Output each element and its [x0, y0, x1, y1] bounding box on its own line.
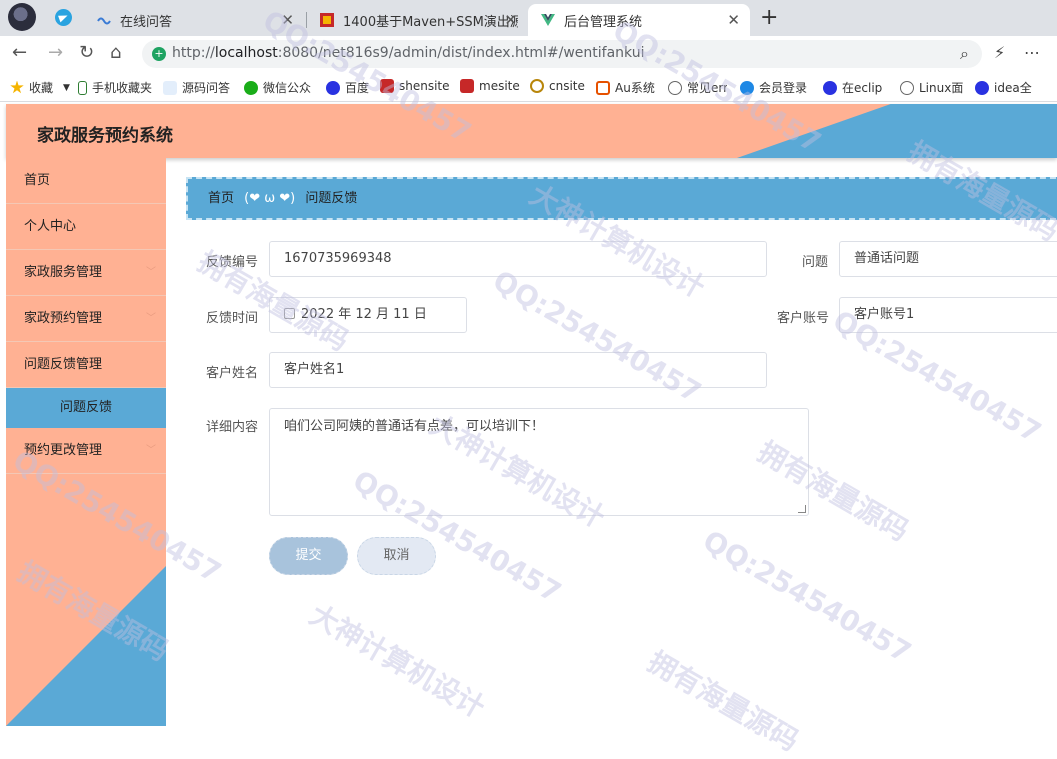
detail-textarea[interactable]: 咱们公司阿姨的普通话有点差，可以培训下！	[269, 408, 809, 516]
sidebar-decoration	[6, 566, 166, 726]
sidebar-item-feedback-mgmt[interactable]: 问题反馈管理	[6, 342, 166, 388]
browser-tab-title: 在线问答	[120, 14, 173, 30]
sidebar-item-service-mgmt[interactable]: 家政服务管理 ﹀	[6, 250, 166, 296]
globe-icon	[668, 80, 682, 95]
browser-tab-bar: 在线问答 ✕ 1400基于Maven+SSM演出源 ✕ 后台管理系统 ✕ +	[0, 0, 1057, 36]
globe-icon	[900, 80, 914, 95]
grid-icon	[460, 79, 474, 93]
bookmark-item[interactable]: 会员登录	[740, 79, 807, 96]
bookmark-item[interactable]: shensite	[380, 79, 450, 93]
wave-favicon-icon	[97, 17, 111, 25]
breadcrumb: 首页 (❤ ω ❤) 问题反馈	[186, 177, 1057, 220]
cube-icon	[530, 79, 544, 93]
phone-icon	[78, 80, 87, 95]
sidebar-item-home[interactable]: 首页	[6, 158, 166, 204]
browser-tab-2[interactable]: 1400基于Maven+SSM演出源 ✕	[307, 4, 527, 36]
bookmark-item[interactable]: 手机收藏夹	[78, 79, 152, 96]
watermark-text: 拥有海量源码	[642, 645, 805, 758]
breadcrumb-home[interactable]: 首页	[208, 191, 234, 206]
sidebar-item-change-mgmt[interactable]: 预约更改管理 ﹀	[6, 428, 166, 474]
close-tab-icon[interactable]: ✕	[281, 11, 294, 29]
watermark-text: 大神计算机设计	[304, 598, 491, 725]
sidebar-subitem-feedback[interactable]: 问题反馈	[6, 388, 166, 428]
wechat-icon	[244, 80, 258, 95]
bookmark-item[interactable]: 收藏 ▼	[10, 79, 70, 96]
paw-icon	[975, 80, 989, 95]
bookmark-item[interactable]: 在eclip	[823, 79, 882, 96]
feedback-time-field[interactable]: 2022 年 12 月 11 日	[269, 297, 467, 333]
chevron-down-icon: ﹀	[146, 267, 156, 278]
reload-icon[interactable]: ↻	[79, 42, 94, 63]
app-header: 家政服务预约系统	[6, 104, 1057, 158]
close-tab-icon[interactable]: ✕	[727, 11, 740, 29]
detail-label: 详细内容	[206, 420, 259, 435]
bookmark-item[interactable]: Linux面	[900, 79, 963, 96]
vue-logo-icon	[541, 14, 555, 26]
bookmark-item[interactable]: 百度	[326, 79, 369, 96]
lightning-icon[interactable]: ⚡	[994, 43, 1005, 62]
bookmarks-bar: 收藏 ▼ 手机收藏夹 源码问答 微信公众 百度 shensite mesite c…	[0, 72, 1057, 102]
chevron-down-icon: ﹀	[146, 445, 156, 456]
bookmark-item[interactable]: idea全	[975, 79, 1032, 96]
cancel-button[interactable]: 取消	[357, 537, 436, 575]
feedback-no-label: 反馈编号	[206, 255, 259, 270]
back-arrow-icon[interactable]: ←	[12, 42, 27, 63]
chevron-down-icon: ﹀	[146, 313, 156, 324]
question-label: 问题	[802, 255, 829, 270]
paw-icon	[326, 80, 340, 95]
forward-arrow-icon[interactable]: →	[48, 42, 63, 63]
browser-tab-3[interactable]: 后台管理系统 ✕	[528, 4, 750, 36]
paw-icon	[823, 80, 837, 95]
header-decoration	[737, 104, 1057, 158]
star-icon	[10, 80, 24, 94]
cloud-icon	[740, 80, 754, 95]
profile-avatar[interactable]	[8, 3, 36, 31]
question-field[interactable]: 普通话问题	[839, 241, 1057, 277]
search-icon[interactable]: ⌕	[960, 44, 969, 64]
wave-icon	[163, 80, 177, 95]
account-label: 客户账号	[777, 311, 830, 326]
submit-button[interactable]: 提交	[269, 537, 348, 575]
sidebar: 首页 个人中心 家政服务管理 ﹀ 家政预约管理 ﹀ 问题反馈管理 问题反馈 预约更改…	[6, 158, 166, 726]
name-field[interactable]: 客户姓名1	[269, 352, 767, 388]
watermark-text: QQ:254540457	[697, 523, 917, 670]
grid-icon	[380, 79, 394, 93]
close-tab-icon[interactable]: ✕	[504, 11, 517, 29]
bookmark-item[interactable]: 源码问答	[163, 79, 230, 96]
url-field[interactable]: + http://localhost:8080/net816s9/admin/d…	[142, 40, 982, 68]
browser-tab-title: 后台管理系统	[564, 14, 643, 30]
account-field[interactable]: 客户账号1	[839, 297, 1057, 333]
name-label: 客户姓名	[206, 366, 259, 381]
breadcrumb-separator: (❤ ω ❤)	[244, 191, 296, 206]
red-favicon-icon	[320, 13, 334, 27]
bookmark-item[interactable]: 微信公众	[244, 79, 311, 96]
secure-shield-icon: +	[152, 47, 166, 61]
home-icon[interactable]: ⌂	[110, 42, 121, 63]
browser-tab-1[interactable]: 在线问答 ✕	[84, 4, 304, 36]
bookmark-item[interactable]: 常见err	[668, 79, 727, 96]
browser-address-bar: ← → ↻ ⌂ + http://localhost:8080/net816s9…	[0, 36, 1057, 72]
box-icon	[596, 80, 610, 95]
feedback-no-field[interactable]: 1670735969348	[269, 241, 767, 277]
resize-handle-icon[interactable]	[798, 505, 806, 513]
breadcrumb-current: 问题反馈	[305, 191, 358, 206]
app-title: 家政服务预约系统	[37, 126, 173, 146]
more-icon[interactable]: ⋯	[1024, 43, 1040, 62]
bookmark-item[interactable]: mesite	[460, 79, 520, 93]
calendar-icon	[284, 308, 295, 319]
browser-tab-title: 1400基于Maven+SSM演出源	[343, 14, 518, 30]
new-tab-icon[interactable]: +	[760, 5, 778, 30]
url-text: http://localhost:8080/net816s9/admin/dis…	[172, 45, 645, 61]
bookmark-item[interactable]: cnsite	[530, 79, 585, 93]
bookmark-item[interactable]: Au系统	[596, 79, 655, 96]
dropdown-arrow-icon: ▼	[63, 82, 70, 93]
sidebar-item-profile[interactable]: 个人中心	[6, 204, 166, 250]
sidebar-item-booking-mgmt[interactable]: 家政预约管理 ﹀	[6, 296, 166, 342]
feedback-time-label: 反馈时间	[206, 311, 259, 326]
telegram-icon[interactable]	[55, 9, 72, 26]
